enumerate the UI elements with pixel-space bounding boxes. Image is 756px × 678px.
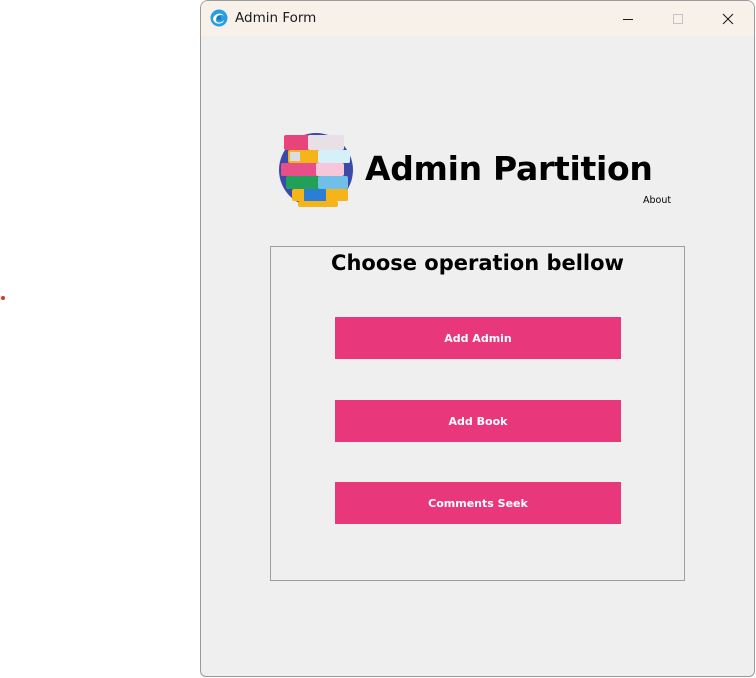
app-swirl-icon	[210, 9, 228, 27]
page-title: Admin Partition	[365, 149, 653, 188]
operations-heading: Choose operation bellow	[331, 251, 624, 275]
admin-form-window: Admin Form Admin Partition About Choose …	[200, 0, 755, 677]
maximize-icon	[673, 13, 683, 24]
stray-dot	[1, 296, 5, 300]
operations-group: Choose operation bellow Add Admin Add Bo…	[270, 246, 685, 581]
close-button[interactable]	[703, 1, 753, 36]
minimize-icon	[623, 18, 633, 20]
maximize-button[interactable]	[653, 1, 703, 36]
form-client-area: Admin Partition About Choose operation b…	[201, 36, 754, 676]
window-title: Admin Form	[235, 10, 317, 26]
about-link[interactable]: About	[643, 195, 671, 206]
add-book-button[interactable]: Add Book	[335, 400, 621, 442]
comments-seek-button[interactable]: Comments Seek	[335, 482, 621, 524]
add-admin-button[interactable]: Add Admin	[335, 317, 621, 359]
close-icon	[722, 13, 734, 24]
title-bar[interactable]: Admin Form	[201, 1, 754, 36]
books-stack-logo	[279, 133, 353, 207]
minimize-button[interactable]	[603, 1, 653, 36]
